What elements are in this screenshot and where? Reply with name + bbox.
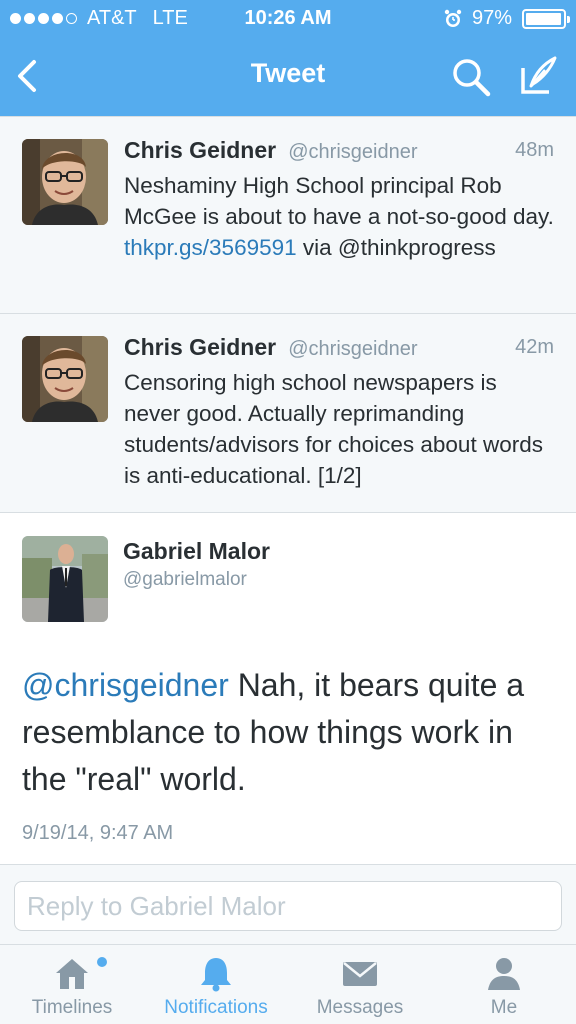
tab-label: Notifications (164, 997, 268, 1018)
tab-messages[interactable]: Messages (288, 945, 432, 1024)
tweet-header: Chris Geidner @chrisgeidner 48m (124, 137, 554, 165)
tab-timelines[interactable]: Timelines (0, 945, 144, 1024)
battery-icon (522, 8, 570, 29)
compose-icon[interactable] (515, 54, 559, 98)
tweet-item[interactable]: Chris Geidner @chrisgeidner 48m Neshamin… (0, 116, 576, 314)
unread-dot (97, 957, 107, 967)
avatar[interactable] (22, 139, 108, 225)
battery-percent: 97% (471, 7, 512, 29)
detail-timestamp: 9/19/14, 9:47 AM (22, 822, 174, 844)
alarm-icon (444, 9, 462, 27)
tweet-author-name[interactable]: Chris Geidner (124, 137, 276, 163)
mention-link[interactable]: @chrisgeidner (22, 667, 229, 703)
reply-bar (0, 864, 576, 944)
tab-label: Messages (316, 997, 404, 1018)
tweet-author-name[interactable]: Chris Geidner (124, 334, 276, 360)
bell-icon (201, 958, 231, 992)
tweet-detail: Gabriel Malor @gabrielmalor @chrisgeidne… (0, 514, 576, 864)
header: AT&T LTE 10:26 AM 97% Tweet (0, 0, 576, 116)
tweet-author-handle[interactable]: @chrisgeidner (288, 141, 417, 163)
tweet-text: Neshaminy High School principal Rob McGe… (124, 170, 554, 263)
tweet-time: 48m (515, 139, 554, 161)
tab-me[interactable]: Me (432, 945, 576, 1024)
tab-label: Timelines (31, 997, 113, 1018)
tweet-time: 42m (515, 336, 554, 358)
tweet-item[interactable]: Chris Geidner @chrisgeidner 42m Censorin… (0, 314, 576, 513)
avatar[interactable] (22, 336, 108, 422)
avatar[interactable] (22, 536, 108, 622)
home-icon (56, 959, 88, 989)
detail-author-name[interactable]: Gabriel Malor (123, 538, 270, 565)
battery-area: 97% (444, 7, 570, 30)
reply-input[interactable] (14, 881, 562, 931)
person-icon (488, 958, 520, 990)
tweet-text: Censoring high school newspapers is neve… (124, 370, 543, 488)
tab-bar: Timelines Notifications Messages Me (0, 944, 576, 1024)
tweet-text-part: Neshaminy High School principal Rob McGe… (124, 173, 554, 229)
nav-bar: Tweet (0, 38, 576, 116)
detail-tweet-text: @chrisgeidner Nah, it bears quite a rese… (22, 662, 562, 803)
tab-label: Me (490, 997, 518, 1018)
tweet-text-part: via @thinkprogress (296, 235, 496, 260)
detail-author-handle[interactable]: @gabrielmalor (123, 569, 247, 591)
tweet-link[interactable]: thkpr.gs/3569591 (124, 235, 297, 260)
status-bar: AT&T LTE 10:26 AM 97% (0, 0, 576, 38)
battery-level (526, 12, 561, 25)
search-icon[interactable] (450, 56, 492, 98)
envelope-icon (343, 962, 377, 986)
tab-notifications[interactable]: Notifications (144, 945, 288, 1024)
tweet-header: Chris Geidner @chrisgeidner 42m (124, 334, 554, 362)
tweet-author-handle[interactable]: @chrisgeidner (288, 338, 417, 360)
